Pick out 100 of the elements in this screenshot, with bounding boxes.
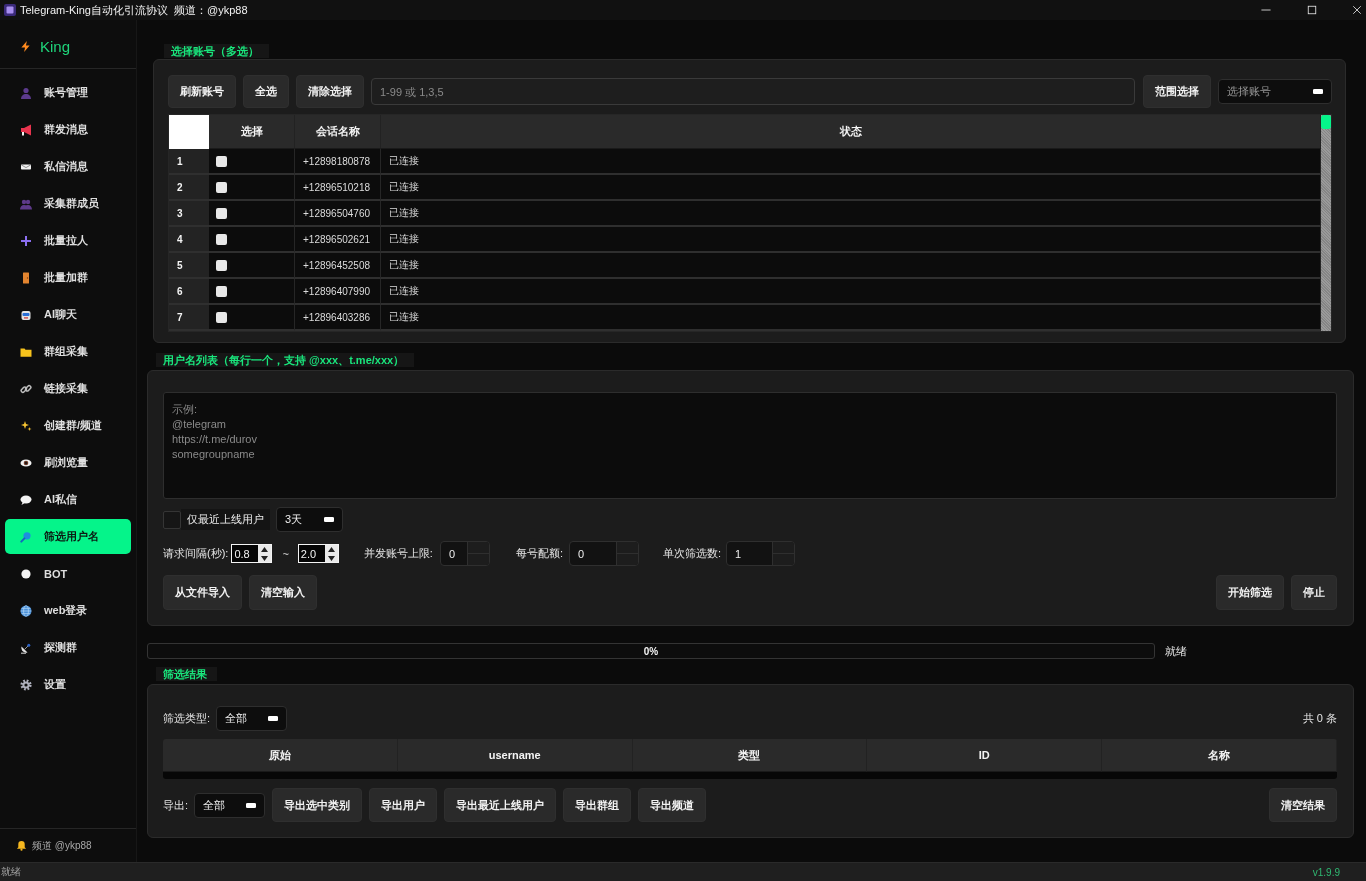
sidebar-item[interactable]: 群组采集 bbox=[5, 334, 131, 369]
field-label: 每号配额: bbox=[515, 546, 563, 561]
checkbox[interactable] bbox=[216, 285, 227, 297]
search-icon bbox=[20, 530, 32, 543]
username-input[interactable]: 示例: @telegram https://t.me/durov somegroupname bbox=[163, 392, 1337, 499]
step-down-button[interactable] bbox=[772, 553, 794, 565]
type-dropdown[interactable]: 全部 bbox=[216, 706, 288, 731]
checkbox[interactable] bbox=[216, 233, 227, 245]
table-cell: 已连接 bbox=[381, 149, 1321, 175]
people-icon bbox=[20, 197, 32, 210]
spin-box[interactable]: 0.8 bbox=[231, 544, 273, 563]
sidebar-item[interactable]: BOT bbox=[5, 556, 131, 591]
result-count: 共 0 条 bbox=[1302, 711, 1337, 726]
person-icon bbox=[20, 86, 32, 99]
column-header[interactable]: username bbox=[397, 739, 633, 772]
checkbox[interactable] bbox=[216, 181, 227, 193]
sidebar-item[interactable]: web登录 bbox=[5, 593, 131, 628]
row-number: 7 bbox=[169, 305, 209, 331]
group-title: 筛选结果 bbox=[156, 667, 217, 681]
step-up-button[interactable] bbox=[466, 542, 489, 553]
step-up-button[interactable] bbox=[772, 542, 794, 553]
toolbar-button[interactable]: 刷新账号 bbox=[168, 75, 236, 108]
sidebar-item[interactable]: 采集群成员 bbox=[5, 186, 131, 221]
sidebar-item[interactable]: 群发消息 bbox=[5, 112, 131, 147]
link-icon bbox=[20, 382, 32, 395]
range-input[interactable]: 1-99 或 1,3,5 bbox=[371, 78, 1135, 105]
sidebar-item[interactable]: 链接采集 bbox=[5, 371, 131, 406]
dash-icon bbox=[268, 716, 279, 721]
app-icon bbox=[4, 4, 16, 16]
eye-icon bbox=[20, 456, 32, 469]
step-down-button[interactable] bbox=[615, 553, 638, 565]
clear-results-button[interactable]: 清空结果 bbox=[1269, 788, 1337, 822]
toolbar-button[interactable]: 全选 bbox=[243, 75, 289, 108]
table-cell: +12896403286 bbox=[295, 305, 381, 331]
toolbar-button[interactable]: 清除选择 bbox=[296, 75, 364, 108]
action-button[interactable]: 开始筛选 bbox=[1216, 575, 1284, 610]
sidebar-item[interactable]: 创建群/频道 bbox=[5, 408, 131, 443]
up-down-arrows-icon bbox=[327, 546, 335, 561]
export-button[interactable]: 导出频道 bbox=[638, 788, 707, 822]
progress-label: 0% bbox=[643, 645, 659, 657]
step-down-button[interactable] bbox=[466, 553, 489, 565]
speech-bubble-icon bbox=[20, 493, 32, 506]
checkbox[interactable] bbox=[163, 510, 181, 529]
satellite-dish-icon bbox=[20, 641, 32, 654]
column-header[interactable]: 选择 bbox=[209, 115, 295, 149]
row-number: 5 bbox=[169, 253, 209, 279]
globe-icon bbox=[20, 604, 32, 617]
step-up-button[interactable] bbox=[615, 542, 638, 553]
up-down-arrows-icon bbox=[261, 546, 269, 561]
group-title: 用户名列表（每行一个，支持 @xxx、t.me/xxx） bbox=[156, 353, 415, 367]
column-header[interactable]: ID bbox=[867, 739, 1103, 772]
action-button[interactable]: 停止 bbox=[1291, 575, 1337, 610]
corner-cell[interactable] bbox=[169, 115, 209, 149]
checkbox[interactable] bbox=[216, 259, 227, 271]
sidebar-item[interactable]: 私信消息 bbox=[5, 149, 131, 184]
sidebar-item[interactable]: 筛选用户名 bbox=[5, 519, 131, 554]
sidebar-item[interactable]: AI聊天 bbox=[5, 297, 131, 332]
sidebar-item[interactable]: 批量拉人 bbox=[5, 223, 131, 258]
spin-box[interactable]: 0 bbox=[439, 541, 490, 566]
action-button[interactable]: 从文件导入 bbox=[163, 575, 242, 610]
range-separator: ~ bbox=[282, 547, 289, 560]
spin-box[interactable]: 2.0 bbox=[297, 544, 339, 563]
sidebar-item[interactable]: 批量加群 bbox=[5, 260, 131, 295]
days-dropdown[interactable]: 3天 bbox=[276, 507, 343, 532]
export-button[interactable]: 导出用户 bbox=[369, 788, 438, 822]
checkbox[interactable] bbox=[216, 155, 227, 167]
group-title: 选择账号（多选） bbox=[164, 44, 269, 58]
export-dropdown[interactable]: 全部 bbox=[194, 792, 266, 818]
checkbox[interactable] bbox=[216, 311, 227, 323]
sidebar-item[interactable]: 刷浏览量 bbox=[5, 445, 131, 480]
spin-box[interactable]: 0 bbox=[568, 541, 639, 566]
table-cell: 已连接 bbox=[381, 227, 1321, 253]
column-header[interactable]: 名称 bbox=[1102, 739, 1337, 772]
checkbox[interactable] bbox=[216, 207, 227, 219]
channel-label: 频道 @ykp88 bbox=[32, 838, 92, 853]
column-header[interactable]: 原始 bbox=[163, 739, 398, 772]
field-label: 并发账号上限: bbox=[363, 546, 433, 561]
sidebar-item[interactable]: 探测群 bbox=[5, 630, 131, 665]
action-button[interactable]: 清空输入 bbox=[249, 575, 317, 610]
export-button[interactable]: 导出选中类别 bbox=[272, 788, 363, 822]
row-number: 1 bbox=[169, 149, 209, 175]
sidebar-item[interactable]: AI私信 bbox=[5, 482, 131, 517]
plus-icon bbox=[20, 234, 32, 247]
account-dropdown[interactable]: 选择账号 bbox=[1218, 79, 1332, 104]
export-button[interactable]: 导出群组 bbox=[563, 788, 632, 822]
range-select-button[interactable]: 范围选择 bbox=[1143, 75, 1211, 108]
scrollbar[interactable] bbox=[1321, 115, 1331, 331]
export-button[interactable]: 导出最近上线用户 bbox=[444, 788, 557, 822]
column-header[interactable]: 状态 bbox=[381, 115, 1321, 149]
row-number: 6 bbox=[169, 279, 209, 305]
column-header[interactable]: 会话名称 bbox=[295, 115, 381, 149]
sidebar-item[interactable]: 账号管理 bbox=[5, 75, 131, 110]
table-cell: +12896510218 bbox=[295, 175, 381, 201]
column-header[interactable]: 类型 bbox=[632, 739, 868, 772]
spin-box[interactable]: 1 bbox=[726, 541, 795, 566]
sidebar-item[interactable]: 设置 bbox=[5, 667, 131, 702]
dash-icon bbox=[1313, 89, 1323, 94]
bell-icon bbox=[16, 840, 27, 851]
row-number: 2 bbox=[169, 175, 209, 201]
robot-icon bbox=[20, 308, 32, 321]
